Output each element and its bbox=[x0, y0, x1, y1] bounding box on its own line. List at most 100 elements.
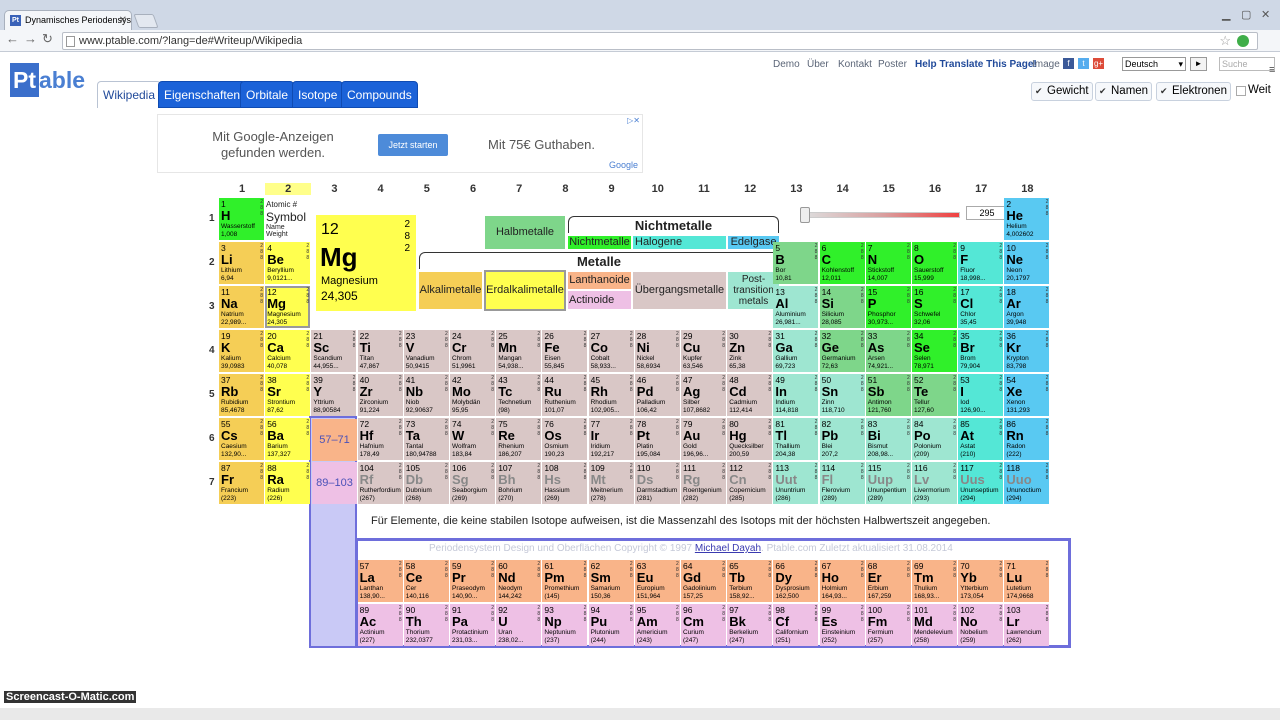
element-re[interactable]: 75 Re Rhenium 186,207 2 8 8 bbox=[496, 418, 542, 460]
element-ge[interactable]: 32 Ge Germanium 72,63 2 8 8 bbox=[819, 330, 865, 372]
element-fr[interactable]: 87 Fr Francium (223) 2 8 8 bbox=[219, 462, 264, 504]
element-cs[interactable]: 55 Cs Caesium 132,90... 2 8 8 bbox=[219, 418, 264, 460]
element-f[interactable]: 9 F Fluor 18,998... 2 8 8 bbox=[958, 242, 1004, 284]
browser-tab[interactable]: Pt Dynamisches Periodensys ✕ bbox=[4, 10, 132, 30]
element-po[interactable]: 84 Po Polonium (209) 2 8 8 bbox=[912, 418, 957, 460]
element-cl[interactable]: 17 Cl Chlor 35,45 2 8 8 bbox=[958, 286, 1004, 328]
element-o[interactable]: 8 O Sauerstoff 15,999 2 8 8 bbox=[912, 242, 957, 284]
group-number[interactable]: 2 bbox=[265, 183, 312, 195]
element-bk[interactable]: 97 Bk Berkelium (247) 2 8 8 bbox=[727, 604, 773, 646]
lanthanoid-placeholder[interactable]: 57–71 bbox=[312, 419, 357, 461]
temperature-input[interactable]: 295 bbox=[966, 206, 1008, 220]
element-ac[interactable]: 89 Ac Actinium (227) 2 8 8 bbox=[357, 604, 403, 646]
element-ca[interactable]: 20 Ca Calcium 40,078 2 8 8 bbox=[265, 330, 311, 372]
element-p[interactable]: 15 P Phosphor 30,973... 2 8 8 bbox=[865, 286, 911, 328]
element-u[interactable]: 92 U Uran 238,02... 2 8 8 bbox=[496, 604, 542, 646]
element-es[interactable]: 99 Es Einsteinium (252) 2 8 8 bbox=[819, 604, 865, 646]
element-ag[interactable]: 47 Ag Silber 107,8682 2 8 8 bbox=[681, 374, 726, 416]
element-hs[interactable]: 108 Hs Hassium (269) 2 8 8 bbox=[542, 462, 588, 504]
legend-nichtmetall[interactable]: Nichtmetalle bbox=[568, 236, 631, 249]
element-si[interactable]: 14 Si Silicium 28,085 2 8 8 bbox=[819, 286, 865, 328]
group-number[interactable]: 12 bbox=[727, 183, 773, 195]
element-au[interactable]: 79 Au Gold 196,96... 2 8 8 bbox=[681, 418, 726, 460]
element-th[interactable]: 90 Th Thorium 232,0377 2 8 8 bbox=[403, 604, 449, 646]
element-lr[interactable]: 103 Lr Lawrencium (262) 2 8 8 bbox=[1004, 604, 1050, 646]
legend-uebergangsmetalle[interactable]: Übergangsmetalle bbox=[633, 272, 726, 309]
googleplus-icon[interactable]: g+ bbox=[1093, 58, 1104, 69]
ad-start-button[interactable]: Jetzt starten bbox=[378, 134, 448, 156]
legend-actinoide[interactable]: Actinoide bbox=[568, 291, 631, 309]
element-cn[interactable]: 112 Cn Copernicium (285) 2 8 8 bbox=[727, 462, 773, 504]
group-number[interactable]: 6 bbox=[450, 183, 496, 195]
element-tm[interactable]: 69 Tm Thulium 168,93... 2 8 8 bbox=[912, 560, 957, 602]
toggle-namen[interactable]: Namen bbox=[1095, 82, 1153, 101]
element-fm[interactable]: 100 Fm Fermium (257) 2 8 8 bbox=[865, 604, 911, 646]
element-ga[interactable]: 31 Ga Gallium 69,723 2 8 8 bbox=[773, 330, 819, 372]
element-uut[interactable]: 113 Uut Ununtrium (286) 2 8 8 bbox=[773, 462, 819, 504]
period-number[interactable]: 1 bbox=[209, 213, 219, 224]
extension-icon[interactable] bbox=[1237, 35, 1249, 47]
element-he[interactable]: 2 He Helium 4,002602 2 8 8 bbox=[1004, 198, 1050, 240]
element-no[interactable]: 102 No Nobelium (259) 2 8 8 bbox=[958, 604, 1004, 646]
author-link[interactable]: Michael Dayah bbox=[695, 543, 761, 554]
element-mt[interactable]: 109 Mt Meitnerium (278) 2 8 8 bbox=[588, 462, 634, 504]
period-number[interactable]: 4 bbox=[209, 345, 219, 356]
link-help-translate[interactable]: Help Translate This Page! bbox=[915, 59, 1037, 70]
element-c[interactable]: 6 C Kohlenstoff 12,011 2 8 8 bbox=[819, 242, 865, 284]
group-number[interactable]: 15 bbox=[866, 183, 912, 195]
element-pt[interactable]: 78 Pt Platin 195,084 2 8 8 bbox=[634, 418, 680, 460]
tab-compounds[interactable]: Compounds bbox=[341, 81, 418, 108]
minimize-icon[interactable]: ▁ bbox=[1222, 8, 1230, 21]
element-sn[interactable]: 50 Sn Zinn 118,710 2 8 8 bbox=[819, 374, 865, 416]
element-gd[interactable]: 64 Gd Gadolinium 157,25 2 8 8 bbox=[681, 560, 726, 602]
element-lu[interactable]: 71 Lu Lutetium 174,9668 2 8 8 bbox=[1004, 560, 1050, 602]
temperature-slider[interactable] bbox=[804, 212, 960, 218]
element-xe[interactable]: 54 Xe Xenon 131,293 2 8 8 bbox=[1004, 374, 1050, 416]
actinoid-placeholder[interactable]: 89–103 bbox=[312, 462, 357, 504]
element-n[interactable]: 7 N Stickstoff 14,007 2 8 8 bbox=[865, 242, 911, 284]
group-number[interactable]: 1 bbox=[219, 183, 265, 195]
element-na[interactable]: 11 Na Natrium 22,989... 2 8 8 bbox=[219, 286, 264, 328]
element-uus[interactable]: 117 Uus Ununseptium (294) 2 8 8 bbox=[958, 462, 1004, 504]
play-icon[interactable]: ► bbox=[1190, 57, 1207, 71]
search-input[interactable]: Suche bbox=[1219, 57, 1275, 71]
element-h[interactable]: 1 H Wasserstoff 1,008 2 8 8 bbox=[219, 198, 264, 240]
element-at[interactable]: 85 At Astat (210) 2 8 8 bbox=[958, 418, 1004, 460]
element-zn[interactable]: 30 Zn Zink 65,38 2 8 8 bbox=[727, 330, 773, 372]
element-co[interactable]: 27 Co Cobalt 58,933... 2 8 8 bbox=[588, 330, 634, 372]
legend-alkalimetalle[interactable]: Alkalimetalle bbox=[419, 272, 482, 309]
element-db[interactable]: 105 Db Dubnium (268) 2 8 8 bbox=[403, 462, 449, 504]
element-dy[interactable]: 66 Dy Dysprosium 162,500 2 8 8 bbox=[773, 560, 819, 602]
element-tl[interactable]: 81 Tl Thallium 204,38 2 8 8 bbox=[773, 418, 819, 460]
element-rg[interactable]: 111 Rg Roentgenium (282) 2 8 8 bbox=[681, 462, 726, 504]
legend-halbmetalle[interactable]: Halbmetalle bbox=[485, 216, 565, 249]
tab-wikipedia[interactable]: Wikipedia bbox=[97, 81, 162, 108]
toggle-gewicht[interactable]: Gewicht bbox=[1031, 82, 1093, 101]
link-image[interactable]: Image bbox=[1032, 59, 1060, 70]
element-eu[interactable]: 63 Eu Europium 151,964 2 8 8 bbox=[634, 560, 680, 602]
link-demo[interactable]: Demo bbox=[773, 59, 800, 70]
address-bar[interactable]: www.ptable.com/?lang=de#Writeup/Wikipedi… bbox=[62, 32, 1258, 50]
legend-halogene[interactable]: Halogene bbox=[633, 236, 726, 249]
link-poster[interactable]: Poster bbox=[878, 59, 907, 70]
element-bi[interactable]: 83 Bi Bismut 208,98... 2 8 8 bbox=[865, 418, 911, 460]
element-mn[interactable]: 25 Mn Mangan 54,938... 2 8 8 bbox=[496, 330, 542, 372]
group-number[interactable]: 7 bbox=[496, 183, 542, 195]
group-number[interactable]: 14 bbox=[820, 183, 866, 195]
group-number[interactable]: 8 bbox=[542, 183, 588, 195]
element-ba[interactable]: 56 Ba Barium 137,327 2 8 8 bbox=[265, 418, 311, 460]
element-ds[interactable]: 110 Ds Darmstadtium (281) 2 8 8 bbox=[634, 462, 680, 504]
element-sc[interactable]: 21 Sc Scandium 44,955... 2 8 8 bbox=[311, 330, 357, 372]
tab-orbitale[interactable]: Orbitale bbox=[240, 81, 295, 108]
element-ne[interactable]: 10 Ne Neon 20,1797 2 8 8 bbox=[1004, 242, 1050, 284]
element-nd[interactable]: 60 Nd Neodym 144,242 2 8 8 bbox=[496, 560, 542, 602]
element-yb[interactable]: 70 Yb Ytterbium 173,054 2 8 8 bbox=[958, 560, 1004, 602]
element-pa[interactable]: 91 Pa Protactinium 231,03... 2 8 8 bbox=[450, 604, 495, 646]
element-lv[interactable]: 116 Lv Livermorium (293) 2 8 8 bbox=[912, 462, 957, 504]
element-ru[interactable]: 44 Ru Ruthenium 101,07 2 8 8 bbox=[542, 374, 588, 416]
group-number[interactable]: 5 bbox=[404, 183, 450, 195]
element-rn[interactable]: 86 Rn Radon (222) 2 8 8 bbox=[1004, 418, 1050, 460]
group-number[interactable]: 16 bbox=[912, 183, 958, 195]
group-number[interactable]: 18 bbox=[1004, 183, 1050, 195]
toggle-elektronen[interactable]: Elektronen bbox=[1156, 82, 1231, 101]
